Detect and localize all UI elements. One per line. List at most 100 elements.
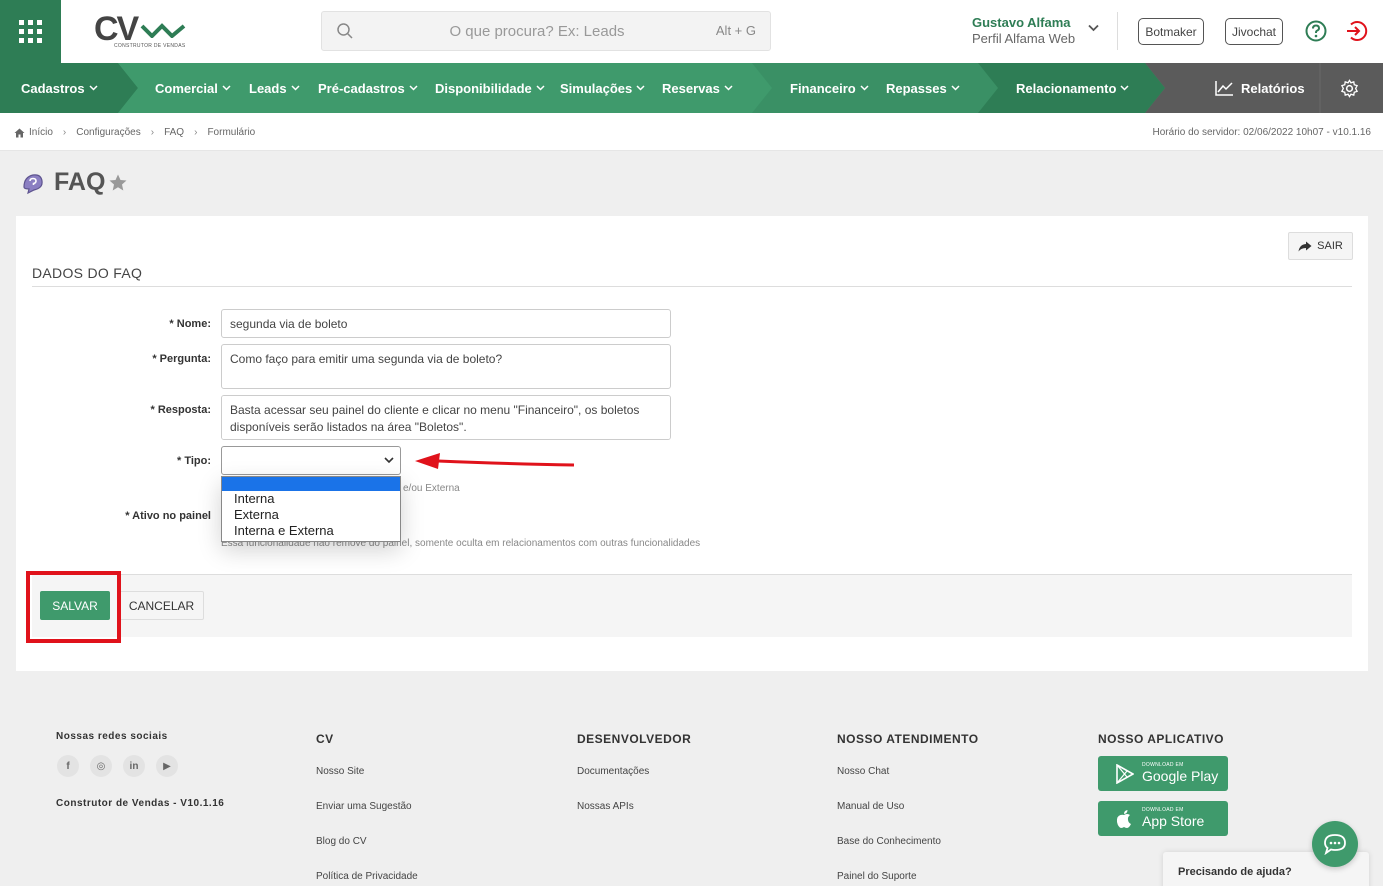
logout-icon[interactable] [1345, 19, 1369, 43]
nav-label: Cadastros [21, 80, 85, 96]
exit-button[interactable]: SAIR [1288, 232, 1353, 260]
faq-form-card: SAIR DADOS DO FAQ * Nome: * Pergunta: Co… [16, 216, 1368, 671]
footer-link-apis[interactable]: Nossas APIs [577, 801, 634, 812]
chevron-down-icon[interactable] [1088, 24, 1099, 32]
tipo-label: * Tipo: [176, 455, 211, 467]
favorite-star-icon[interactable] [109, 174, 127, 191]
chevron-down-icon [89, 85, 98, 91]
nav-item-simulacoes[interactable]: Simulações [560, 63, 645, 113]
section-title: DADOS DO FAQ [32, 265, 143, 281]
footer-version: Construtor de Vendas - V10.1.16 [56, 798, 225, 809]
faq-icon [23, 173, 43, 194]
google-play-icon [1116, 764, 1134, 784]
google-play-label: Google Play [1142, 768, 1219, 784]
nav-item-comercial[interactable]: Comercial [155, 63, 231, 113]
chevron-down-icon [860, 85, 869, 91]
nav-label: Financeiro [790, 80, 856, 96]
logo-wave-icon [140, 23, 186, 38]
dropdown-option-interna[interactable]: Interna [222, 491, 400, 507]
footer-link-sugestao[interactable]: Enviar uma Sugestão [316, 801, 412, 812]
breadcrumb-separator: › [62, 127, 67, 138]
home-icon [14, 128, 25, 137]
user-name: Gustavo Alfama [972, 15, 1071, 30]
nav-item-repasses[interactable]: Repasses [886, 63, 960, 113]
nav-item-pre-cadastros[interactable]: Pré-cadastros [318, 63, 418, 113]
dropdown-option-externa[interactable]: Externa [222, 507, 400, 523]
breadcrumb-formulario: Formulário [207, 127, 256, 138]
footer-link-privacidade[interactable]: Política de Privacidade [316, 871, 418, 882]
nav-label: Comercial [155, 80, 218, 96]
footer-link-base-conhecimento[interactable]: Base do Conhecimento [837, 836, 941, 847]
pergunta-textarea[interactable]: Como faço para emitir uma segunda via de… [221, 344, 671, 389]
page-title: FAQ [54, 168, 106, 196]
tipo-hint: e/ou Externa [403, 483, 460, 494]
footer-link-chat[interactable]: Nosso Chat [837, 766, 889, 777]
section-divider [32, 286, 1352, 287]
nome-input[interactable] [221, 309, 671, 338]
help-widget-label: Precisando de ajuda? [1178, 866, 1292, 878]
chevron-down-icon [724, 85, 733, 91]
nav-item-reservas[interactable]: Reservas [662, 63, 733, 113]
exit-button-label: SAIR [1317, 240, 1343, 252]
footer-link-manual[interactable]: Manual de Uso [837, 801, 904, 812]
facebook-icon[interactable]: f [57, 755, 79, 777]
breadcrumb-inicio[interactable]: Início [29, 127, 53, 138]
user-menu[interactable]: Gustavo Alfama Perfil Alfama Web [972, 15, 1075, 46]
dropdown-option-highlighted-empty[interactable] [222, 477, 400, 491]
nav-label: Relacionamento [1016, 80, 1117, 96]
chevron-down-icon [1120, 85, 1129, 91]
nav-item-relatorios[interactable]: Relatórios [1215, 63, 1305, 113]
nav-label: Relatórios [1241, 80, 1305, 96]
footer-link-blog[interactable]: Blog do CV [316, 836, 367, 847]
chat-icon [1324, 834, 1346, 855]
youtube-icon[interactable]: ▶ [156, 755, 178, 777]
dev-column-title: DESENVOLVEDOR [577, 732, 692, 746]
breadcrumb-separator: › [150, 127, 155, 138]
resposta-textarea[interactable]: Basta acessar seu painel do cliente e cl… [221, 395, 671, 440]
page-header: FAQ [20, 168, 127, 197]
breadcrumb: Início › Configurações › FAQ › Formulári… [14, 127, 255, 138]
breadcrumb-faq[interactable]: FAQ [164, 127, 184, 138]
header-divider [1117, 12, 1118, 50]
form-actions-bar [32, 574, 1352, 637]
footer-link-nosso-site[interactable]: Nosso Site [316, 766, 364, 777]
footer-link-documentacoes[interactable]: Documentações [577, 766, 649, 777]
chevron-down-icon [636, 85, 645, 91]
instagram-icon[interactable]: ◎ [90, 755, 112, 777]
cancel-button[interactable]: CANCELAR [119, 591, 204, 620]
breadcrumb-configuracoes[interactable]: Configurações [76, 127, 140, 138]
nav-item-relacionamento[interactable]: Relacionamento [1016, 63, 1129, 113]
nav-item-financeiro[interactable]: Financeiro [790, 63, 869, 113]
apps-menu-button[interactable] [0, 0, 61, 63]
nav-item-leads[interactable]: Leads [249, 63, 300, 113]
botmaker-button[interactable]: Botmaker [1138, 18, 1204, 45]
google-play-button[interactable]: DOWNLOAD EM Google Play [1098, 756, 1228, 791]
jivochat-button[interactable]: Jivochat [1225, 18, 1283, 45]
search-input[interactable] [372, 12, 702, 50]
dropdown-option-interna-e-externa[interactable]: Interna e Externa [222, 523, 400, 539]
linkedin-icon[interactable]: in [123, 755, 145, 777]
nav-label: Disponibilidade [435, 80, 532, 96]
chat-button[interactable] [1312, 821, 1358, 867]
app-store-button[interactable]: DOWNLOAD EM App Store [1098, 801, 1228, 836]
chart-icon [1215, 81, 1233, 96]
red-arrow-annotation [415, 453, 575, 469]
server-time: Horário do servidor: 02/06/2022 10h07 - … [1152, 127, 1371, 138]
top-header: CV CONSTRUTOR DE VENDAS Alt + G Gustavo … [0, 0, 1383, 63]
apple-icon [1116, 810, 1131, 828]
chevron-down-icon [222, 85, 231, 91]
search-icon [337, 23, 353, 39]
help-icon[interactable] [1305, 20, 1327, 42]
breadcrumb-separator: › [194, 127, 198, 138]
chevron-down-icon [536, 85, 545, 91]
chevron-down-icon [384, 457, 394, 464]
resposta-label: * Resposta: [150, 404, 211, 416]
search-shortcut: Alt + G [715, 23, 756, 38]
nav-item-disponibilidade[interactable]: Disponibilidade [435, 63, 545, 113]
gear-icon[interactable] [1340, 79, 1359, 98]
tipo-select[interactable] [221, 446, 401, 475]
footer-link-painel-suporte[interactable]: Painel do Suporte [837, 871, 917, 882]
logo[interactable]: CV CONSTRUTOR DE VENDAS [94, 10, 189, 52]
nav-item-cadastros[interactable]: Cadastros [21, 63, 98, 113]
chevron-down-icon [291, 85, 300, 91]
